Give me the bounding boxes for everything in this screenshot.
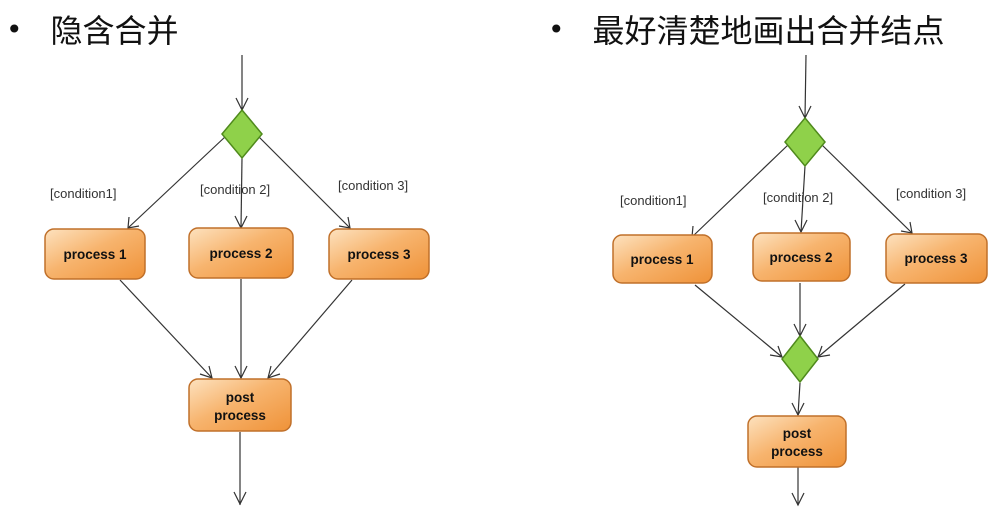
post-process-label-line2: process bbox=[771, 444, 823, 459]
left-diagram: [condition1] [condition 2] [condition 3]… bbox=[44, 55, 430, 506]
condition-label-1: [condition1] bbox=[620, 193, 687, 208]
condition-label-2: [condition 2] bbox=[200, 182, 270, 197]
post-process-label-line1: post bbox=[226, 390, 255, 405]
process-node-2: process 2 bbox=[188, 227, 294, 279]
edge bbox=[797, 382, 801, 416]
edge bbox=[804, 54, 807, 119]
post-process-node: post process bbox=[747, 415, 847, 468]
condition-label-3: [condition 3] bbox=[338, 178, 408, 193]
process-label: process 3 bbox=[904, 251, 968, 266]
process-node-2: process 2 bbox=[752, 232, 851, 282]
process-node-1: process 1 bbox=[612, 234, 713, 284]
condition-label-3: [condition 3] bbox=[896, 186, 966, 201]
edge bbox=[694, 284, 783, 358]
process-node-3: process 3 bbox=[328, 228, 430, 280]
process-label: process 1 bbox=[63, 247, 127, 262]
right-diagram: [condition1] [condition 2] [condition 3]… bbox=[612, 54, 988, 507]
process-node-1: process 1 bbox=[44, 228, 146, 280]
post-process-node: post process bbox=[188, 378, 292, 432]
edge bbox=[817, 283, 906, 358]
process-label: process 1 bbox=[630, 252, 694, 267]
activity-diagrams: [condition1] [condition 2] [condition 3]… bbox=[44, 54, 988, 507]
post-process-label-line1: post bbox=[783, 426, 812, 441]
condition-label-2: [condition 2] bbox=[763, 190, 833, 205]
edge bbox=[267, 279, 353, 379]
process-label: process 2 bbox=[769, 250, 832, 265]
process-node-3: process 3 bbox=[885, 233, 988, 284]
decision-node bbox=[784, 116, 826, 168]
process-label: process 2 bbox=[209, 246, 272, 261]
condition-label-1: [condition1] bbox=[50, 186, 117, 201]
edge bbox=[257, 135, 351, 229]
merge-node bbox=[781, 334, 819, 384]
process-label: process 3 bbox=[347, 247, 411, 262]
edge bbox=[119, 279, 213, 379]
post-process-label-line2: process bbox=[214, 408, 266, 423]
decision-node bbox=[221, 108, 263, 160]
